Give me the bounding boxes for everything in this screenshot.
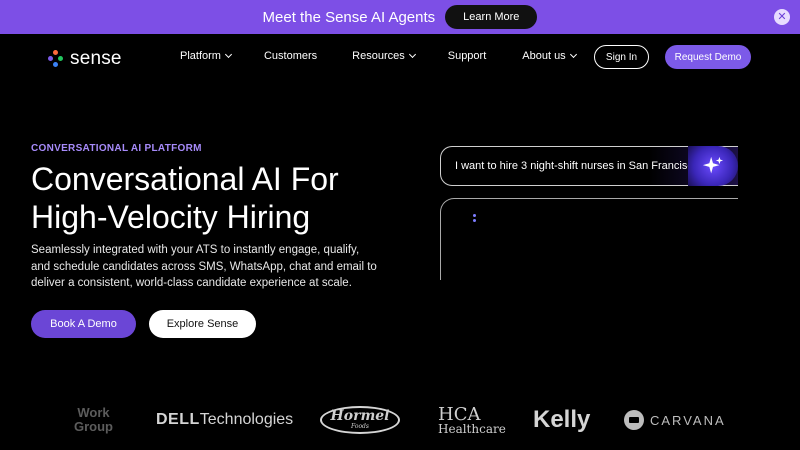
carvana-logo: CARVANA — [624, 398, 726, 442]
close-icon[interactable]: ✕ — [774, 9, 790, 25]
nav-item-customers[interactable]: Customers — [264, 50, 317, 62]
kelly-logo: Kelly — [533, 406, 591, 433]
announcement-text: Meet the Sense AI Agents — [262, 8, 436, 26]
top-nav: sense Platform Customers Resources Suppo… — [0, 34, 800, 80]
sense-logo-icon — [48, 50, 64, 68]
group-logo-line1: Work — [77, 405, 110, 420]
sense-logo[interactable]: sense — [48, 48, 122, 70]
headline-line-2: High-Velocity Hiring — [31, 199, 311, 235]
chat-response-box — [440, 198, 738, 280]
nav-item-resources[interactable]: Resources — [352, 50, 416, 62]
nav-item-support[interactable]: Support — [448, 50, 487, 62]
hormel-foods-logo: Hormel Foods — [320, 398, 400, 442]
explore-sense-button[interactable]: Explore Sense — [149, 310, 256, 338]
learn-more-button[interactable]: Learn More — [445, 5, 538, 29]
hero-eyebrow: CONVERSATIONAL AI PLATFORM — [31, 143, 202, 154]
typing-indicator-icon — [473, 214, 476, 224]
dell-logo-bold: DELL — [156, 411, 200, 428]
customer-logos: Work Group DELL Technologies Hormel Foods… — [0, 398, 800, 442]
hormel-logo-sub: Foods — [351, 423, 369, 430]
dell-technologies-logo: DELL Technologies — [156, 398, 293, 442]
chevron-down-icon — [569, 50, 577, 59]
chevron-down-icon — [224, 50, 233, 59]
hero-headline: Conversational AI For High-Velocity Hiri… — [31, 160, 411, 236]
nav-menu: Platform Customers Resources Support Abo… — [180, 50, 577, 62]
sign-in-button[interactable]: Sign In — [594, 45, 649, 69]
headline-line-1: Conversational AI For — [31, 161, 339, 197]
logo-text: sense — [70, 48, 122, 69]
hca-logo-main: HCA — [438, 403, 481, 425]
carvana-icon — [624, 410, 644, 430]
request-demo-button[interactable]: Request Demo — [665, 45, 751, 69]
nav-item-about[interactable]: About us — [522, 50, 577, 62]
nav-item-label: Customers — [263, 50, 318, 62]
hca-healthcare-logo: HCA Healthcare — [438, 398, 506, 442]
sparkle-icon — [702, 156, 724, 174]
nav-item-label: About us — [522, 50, 566, 62]
carvana-logo-text: CARVANA — [650, 412, 726, 428]
ai-send-button[interactable] — [688, 146, 738, 186]
announcement-bar: Meet the Sense AI Agents Learn More ✕ — [0, 0, 800, 34]
chevron-down-icon — [408, 50, 416, 59]
chat-prompt-text: I want to hire 3 night-shift nurses in S… — [455, 160, 699, 172]
hero-subtext: Seamlessly integrated with your ATS to i… — [31, 244, 377, 289]
dell-logo-rest: Technologies — [199, 411, 294, 428]
nav-item-label: Resources — [352, 50, 405, 62]
nav-item-platform[interactable]: Platform — [180, 50, 233, 62]
hormel-logo-main: Hormel — [330, 408, 390, 424]
nav-item-label: Platform — [180, 50, 221, 62]
hca-logo-sub: Healthcare — [438, 421, 506, 436]
group-logo-line2: Group — [74, 419, 113, 434]
group-logo: Work Group — [74, 398, 113, 442]
book-demo-button[interactable]: Book A Demo — [31, 310, 136, 338]
nav-item-label: Support — [447, 50, 487, 62]
